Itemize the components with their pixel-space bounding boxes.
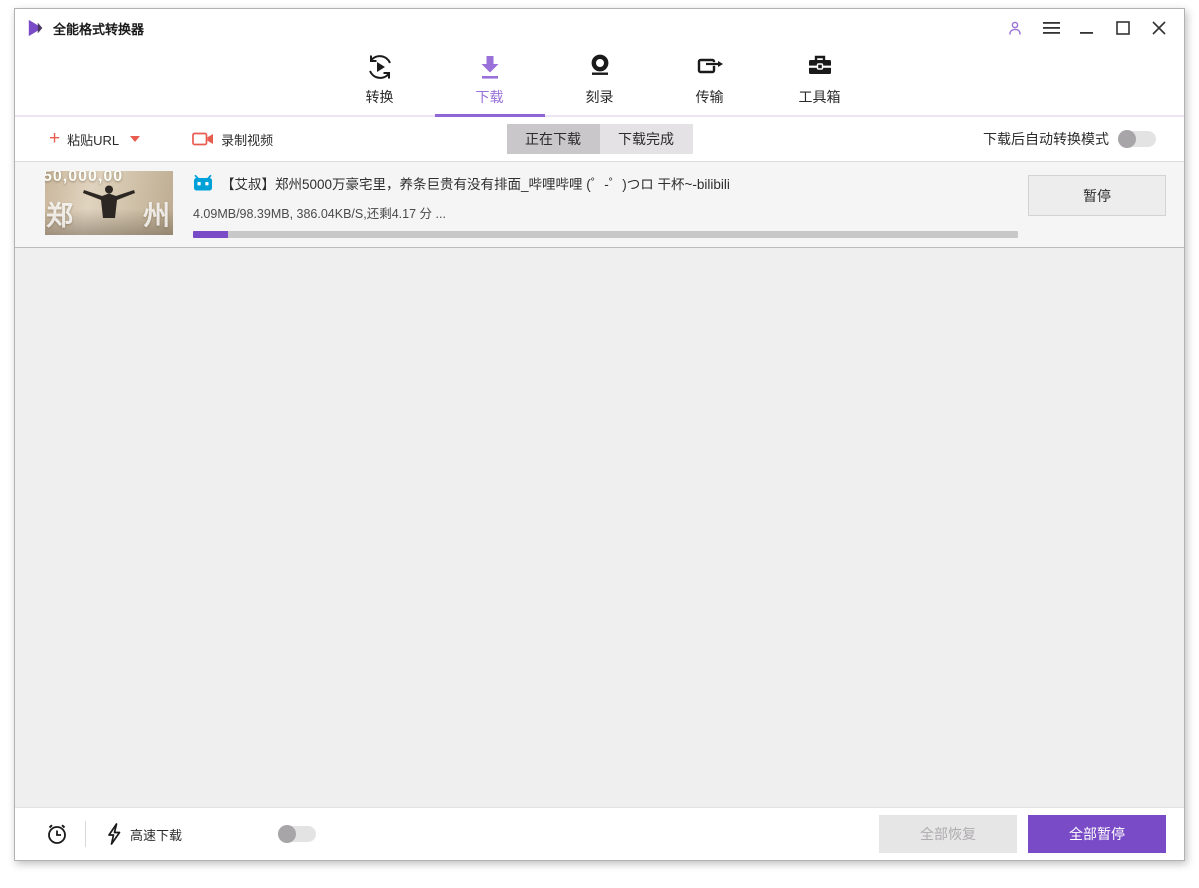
- menu-icon[interactable]: [1042, 19, 1060, 37]
- pause-all-button[interactable]: 全部暂停: [1028, 815, 1166, 853]
- download-title: 【艾叔】郑州5000万豪宅里，养条巨贵有没有排面_哔哩哔哩 (゜-゜)つロ 干杯…: [221, 177, 730, 192]
- thumbnail-char-left: 郑: [46, 201, 73, 231]
- close-icon[interactable]: [1150, 19, 1168, 37]
- tab-toolbox[interactable]: 工具箱: [765, 51, 875, 115]
- account-icon[interactable]: [1006, 19, 1024, 37]
- auto-convert-toggle[interactable]: [1118, 130, 1156, 148]
- download-progress-text: 4.09MB/98.39MB, 386.04KB/S,还剩4.17 分 ...: [193, 207, 446, 221]
- tab-burn[interactable]: 刻录: [545, 51, 655, 115]
- main-nav: 转换 下载 刻录 传输 工具箱: [15, 41, 1184, 117]
- tab-burn-label: 刻录: [585, 89, 614, 105]
- app-logo-icon: [28, 19, 43, 37]
- transfer-icon: [696, 51, 724, 81]
- chevron-down-icon[interactable]: [130, 136, 141, 142]
- schedule-icon[interactable]: [45, 822, 69, 846]
- download-info: 【艾叔】郑州5000万豪宅里，养条巨贵有没有排面_哔哩哔哩 (゜-゜)つロ 干杯…: [173, 171, 1028, 238]
- video-camera-icon: [192, 132, 214, 146]
- download-filter-tabs: 正在下载 下载完成: [506, 124, 693, 154]
- tab-convert[interactable]: 转换: [325, 51, 435, 115]
- tab-transfer-label: 传输: [695, 89, 724, 105]
- high-speed-toggle[interactable]: [278, 825, 317, 843]
- paste-url-button[interactable]: + 粘贴URL: [49, 127, 141, 149]
- tab-convert-label: 转换: [365, 89, 394, 105]
- maximize-icon[interactable]: [1114, 19, 1132, 37]
- tab-downloading[interactable]: 正在下载: [506, 124, 600, 154]
- toolbox-icon: [806, 51, 834, 81]
- toggle-knob: [1118, 130, 1136, 148]
- tab-transfer[interactable]: 传输: [655, 51, 765, 115]
- footer-bar: 高速下载 全部恢复 全部暂停: [15, 807, 1184, 860]
- tab-download-label: 下载: [475, 89, 504, 105]
- plus-icon: +: [49, 127, 61, 149]
- paste-url-label: 粘贴URL: [67, 132, 120, 148]
- tab-toolbox-label: 工具箱: [798, 89, 841, 105]
- pause-button[interactable]: 暂停: [1028, 175, 1166, 216]
- progress-bar: [193, 231, 1018, 238]
- tab-download[interactable]: 下载: [434, 51, 545, 117]
- video-thumbnail: 50,000,00 郑 州: [45, 171, 173, 235]
- bilibili-icon: [194, 175, 212, 191]
- download-list-item: 50,000,00 郑 州 【艾叔】郑州5000万豪宅里，养条巨贵有没有排面_哔…: [15, 162, 1184, 248]
- lightning-icon: [106, 823, 122, 845]
- convert-icon: [366, 51, 394, 81]
- footer-divider: [85, 821, 86, 847]
- download-toolbar: + 粘贴URL 录制视频 正在下载 下载完成 下载后自动转换模式: [15, 117, 1184, 162]
- window-controls: [1006, 19, 1174, 37]
- burn-icon: [587, 51, 613, 81]
- download-icon: [477, 51, 503, 81]
- download-list-empty-area: [15, 248, 1184, 807]
- progress-fill: [193, 231, 228, 238]
- toggle-knob: [278, 825, 297, 843]
- person-silhouette: [83, 185, 135, 218]
- auto-convert-mode: 下载后自动转换模式: [983, 129, 1156, 149]
- record-video-label: 录制视频: [221, 132, 274, 148]
- auto-convert-label: 下载后自动转换模式: [983, 131, 1109, 147]
- record-video-button[interactable]: 录制视频: [192, 130, 273, 149]
- high-speed-download-label: 高速下载: [130, 827, 183, 843]
- tab-download-complete[interactable]: 下载完成: [599, 124, 693, 154]
- app-window: 全能格式转换器 转换 下载 刻录 传输 工具箱 + 粘贴URL 录制视频 正在下…: [14, 8, 1185, 861]
- minimize-icon[interactable]: [1078, 19, 1096, 37]
- titlebar: 全能格式转换器: [15, 9, 1184, 41]
- thumbnail-price-text: 50,000,00: [45, 171, 124, 185]
- app-title: 全能格式转换器: [53, 21, 145, 37]
- resume-all-button[interactable]: 全部恢复: [879, 815, 1017, 853]
- thumbnail-char-right: 州: [143, 201, 170, 231]
